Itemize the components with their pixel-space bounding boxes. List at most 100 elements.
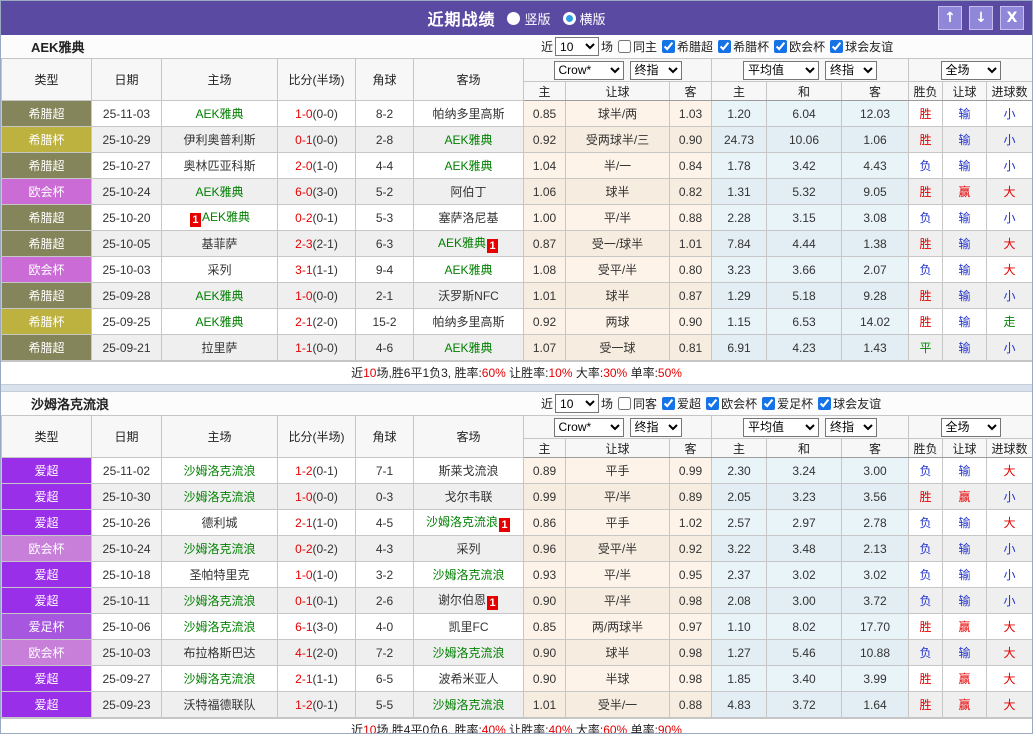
home-team-cell: 沙姆洛克流浪	[161, 457, 278, 484]
avg-home: 24.73	[711, 126, 767, 153]
avg-draw: 3.48	[766, 535, 842, 562]
fullmatch-select[interactable]: 全场	[940, 60, 1001, 80]
odds-handicap: 球半	[565, 282, 670, 309]
average-select[interactable]: 平均值	[743, 417, 819, 437]
competition-checkbox-3[interactable]: 球会友谊	[825, 38, 893, 55]
home-team-cell: 1 AEK雅典	[161, 204, 278, 231]
same-venue-checkbox[interactable]: 同客	[613, 395, 657, 412]
match-date: 25-10-03	[91, 639, 162, 666]
summary-part: 大率:	[572, 366, 604, 380]
halftime-score: (0-2)	[312, 541, 338, 556]
avg-away: 1.43	[841, 334, 909, 361]
competition-checkbox-input-0[interactable]	[662, 40, 676, 53]
result-goals: 小	[985, 126, 1032, 153]
competition-label: 欧会杯	[721, 397, 758, 411]
halftime-score: (0-0)	[312, 132, 338, 147]
crow-select[interactable]: Crow*	[553, 60, 624, 80]
match-row: 爱超 25-11-02 沙姆洛克流浪 1-2(0-1) 7-1 斯莱戈流浪 0.89 平手 0.…	[1, 457, 1032, 484]
team-name: 奥林匹亚科斯	[183, 159, 256, 173]
match-type-badge: 爱超	[1, 483, 92, 510]
result-goals: 小	[985, 152, 1032, 179]
match-row: 希腊超 25-10-05 基菲萨 2-3(2-1) 6-3 AEK雅典 1 0.87 受一/球半…	[1, 230, 1032, 257]
away-team-cell: 帕纳多里高斯	[413, 308, 524, 335]
result-goals: 大	[985, 613, 1032, 640]
average-select[interactable]: 平均值	[743, 60, 819, 80]
avg-home: 1.85	[711, 665, 767, 692]
avg-draw: 5.32	[766, 178, 842, 205]
team-name: 沙姆洛克流浪	[425, 515, 498, 529]
score-cell: 2-1(1-1)	[277, 665, 356, 692]
match-date: 25-10-24	[91, 535, 162, 562]
team-name: AEK雅典	[195, 185, 244, 199]
score-cell: 6-0(3-0)	[277, 178, 356, 205]
fulltime-score: 2-0	[295, 158, 313, 173]
home-team-cell: 圣帕特里克	[161, 561, 278, 588]
close-button[interactable]: X	[1000, 6, 1024, 30]
sections-container: AEK雅典近 10 场同主 希腊超 希腊杯 欧会杯 球会友谊 类型 日期 主场 比分(半场) 角球 客场…	[1, 35, 1032, 734]
competition-checkbox-0[interactable]: 希腊超	[657, 38, 713, 55]
move-up-button[interactable]: ↑	[938, 6, 962, 30]
competition-checkbox-input-3[interactable]	[818, 397, 832, 410]
result-outcome-value: 负	[919, 516, 932, 530]
summary-part: 10	[363, 723, 377, 734]
corner-cell: 6-5	[355, 665, 414, 692]
result-outcome-value: 胜	[919, 185, 932, 199]
competition-checkbox-0[interactable]: 爱超	[657, 395, 701, 412]
move-down-button[interactable]: ↓	[969, 6, 993, 30]
match-type-badge: 希腊超	[1, 230, 92, 257]
odds-home: 0.87	[523, 230, 566, 257]
competition-checkbox-input-2[interactable]	[762, 397, 776, 410]
avg-away: 1.38	[841, 230, 909, 257]
rounds-select[interactable]: 10	[555, 394, 600, 413]
home-team-cell: 基菲萨	[161, 230, 278, 257]
competition-checkbox-input-1[interactable]	[706, 397, 720, 410]
match-row: 欧会杯 25-10-03 采列 3-1(1-1) 9-4 AEK雅典 1.08 受平/半 0.8…	[1, 256, 1032, 283]
halftime-score: (0-0)	[312, 106, 338, 121]
radio-horizontal[interactable]: 横版	[562, 9, 606, 28]
home-team-cell: 沙姆洛克流浪	[161, 665, 278, 692]
avg-home: 2.37	[711, 561, 767, 588]
corner-cell: 5-5	[355, 691, 414, 718]
competition-checkbox-input-1[interactable]	[718, 40, 732, 53]
radio-horizontal-icon[interactable]	[562, 11, 576, 25]
result-goals: 小	[985, 100, 1032, 127]
team-name: AEK雅典	[444, 341, 493, 355]
competition-checkbox-2[interactable]: 欧会杯	[769, 38, 825, 55]
summary-part: 近	[351, 723, 364, 734]
competition-checkbox-2[interactable]: 爱足杯	[757, 395, 813, 412]
same-venue-checkbox-input[interactable]	[618, 40, 632, 53]
competition-checkbox-input-0[interactable]	[662, 397, 676, 410]
match-row: 欧会杯 25-10-03 布拉格斯巴达 4-1(2-0) 7-2 沙姆洛克流浪 0.90 球半…	[1, 639, 1032, 666]
competition-checkbox-input-3[interactable]	[830, 40, 844, 53]
competition-checkbox-3[interactable]: 球会友谊	[813, 395, 881, 412]
odds-home: 0.90	[523, 587, 566, 614]
final-index-select-1[interactable]: 终指	[629, 60, 682, 80]
final-index-select-1[interactable]: 终指	[629, 417, 682, 437]
radio-vertical[interactable]: 竖版	[507, 9, 551, 28]
crow-select[interactable]: Crow*	[553, 417, 624, 437]
radio-vertical-icon[interactable]	[507, 11, 521, 25]
score-cell: 1-0(0-0)	[277, 483, 356, 510]
score-cell: 0-2(0-2)	[277, 535, 356, 562]
result-outcome: 负	[908, 204, 943, 231]
avg-home: 1.20	[711, 100, 767, 127]
same-venue-checkbox[interactable]: 同主	[613, 38, 657, 55]
competition-label: 爱超	[677, 397, 702, 411]
result-outcome-value: 胜	[919, 620, 932, 634]
team-title: AEK雅典	[31, 40, 85, 55]
competition-checkbox-1[interactable]: 希腊杯	[713, 38, 769, 55]
final-index-select-2[interactable]: 终指	[825, 417, 877, 437]
competition-checkbox-input-2[interactable]	[774, 40, 788, 53]
avg-away: 3.00	[841, 457, 909, 484]
match-type-badge: 欧会杯	[1, 535, 92, 562]
final-index-select-2[interactable]: 终指	[825, 60, 877, 80]
corner-cell: 8-2	[355, 100, 414, 127]
odds-handicap: 两/两球半	[565, 613, 670, 640]
same-venue-checkbox-input[interactable]	[618, 397, 632, 410]
crow-group-header: Crow* 终指	[523, 58, 712, 82]
odds-home: 1.01	[523, 282, 566, 309]
competition-checkbox-1[interactable]: 欧会杯	[701, 395, 757, 412]
rounds-select[interactable]: 10	[555, 37, 600, 56]
fullmatch-select[interactable]: 全场	[940, 417, 1001, 437]
fullmatch-group-header: 全场	[907, 415, 1032, 439]
